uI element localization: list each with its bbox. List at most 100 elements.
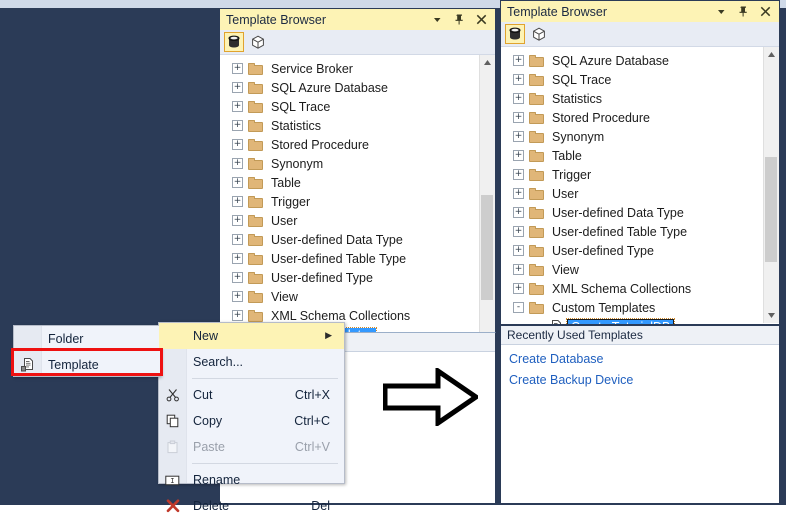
right-recently-used-header: Recently Used Templates [501,326,779,345]
scroll-up-arrow-icon[interactable] [480,55,495,70]
expand-toggle-icon[interactable]: + [513,188,524,199]
tree-row[interactable]: + User-defined Type [220,268,495,287]
expand-toggle-icon[interactable]: + [232,82,243,93]
menu-item-cut[interactable]: Cut Ctrl+X [159,382,344,408]
expand-toggle-icon[interactable]: + [232,158,243,169]
database-icon[interactable] [224,32,244,52]
tree-row[interactable]: + View [501,260,779,279]
tree-row[interactable]: + Statistics [220,116,495,135]
tree-row[interactable]: + Synonym [220,154,495,173]
menu-item-folder[interactable]: Folder [14,326,160,352]
tree-row[interactable]: + User-defined Data Type [220,230,495,249]
tree-item-label: User-defined Data Type [271,232,403,247]
scroll-up-arrow-icon[interactable] [764,47,779,62]
tree-row[interactable]: + Statistics [501,89,779,108]
menu-item-rename[interactable]: I Rename [159,467,344,493]
expand-toggle-icon[interactable]: + [232,253,243,264]
right-template-tree[interactable]: + SQL Azure Database + SQL Trace + Statistics… [501,47,779,324]
expand-toggle-icon[interactable]: + [232,177,243,188]
expand-toggle-icon[interactable]: + [232,291,243,302]
tree-row[interactable]: + User-defined Table Type [220,249,495,268]
scroll-down-arrow-icon[interactable] [764,308,779,323]
left-scroll-thumb[interactable] [481,195,493,300]
tree-row[interactable]: + User-defined Table Type [501,222,779,241]
template-document [14,358,41,372]
expand-toggle-icon[interactable]: + [513,264,524,275]
menu-item-copy[interactable]: Copy Ctrl+C [159,408,344,434]
menu-item-label: Cut [193,388,213,402]
expand-toggle-icon[interactable]: + [513,55,524,66]
expand-toggle-icon[interactable]: + [513,93,524,104]
tree-context-menu[interactable]: New ▶ Search... Cut Ctrl+X Copy Ctrl+C Paste Ctr… [158,322,345,513]
expand-toggle-icon[interactable]: + [232,196,243,207]
expand-toggle-icon[interactable]: + [232,215,243,226]
expand-toggle-icon[interactable]: + [513,283,524,294]
submenu-arrow-icon: ▶ [325,331,332,341]
tree-row[interactable]: + User-defined Type [501,241,779,260]
new-submenu[interactable]: Folder Template [13,325,161,377]
tree-row[interactable]: + Table [220,173,495,192]
tree-row[interactable]: - Custom Templates [501,298,779,317]
right-scroll-thumb[interactable] [765,157,777,262]
expand-toggle-icon[interactable]: + [513,226,524,237]
expand-toggle-icon[interactable]: + [513,131,524,142]
expand-toggle-icon[interactable]: + [232,234,243,245]
tree-row[interactable]: + XML Schema Collections [501,279,779,298]
expand-toggle-icon[interactable]: + [232,139,243,150]
folder-icon [529,301,544,314]
collapse-toggle-icon[interactable]: - [513,302,524,313]
folder-icon [248,81,263,94]
expand-toggle-icon[interactable]: + [232,120,243,131]
tree-row[interactable]: Create TutorialDB [501,317,779,324]
right-recent-link-create-backup-device[interactable]: Create Backup Device [501,370,779,389]
right-panel-toolbar [501,22,779,47]
expand-toggle-icon[interactable]: + [513,74,524,85]
left-panel-toolbar [220,30,495,55]
tree-row[interactable]: + Service Broker [220,59,495,78]
expand-toggle-icon[interactable]: + [513,207,524,218]
cube-icon[interactable] [529,24,549,44]
tree-row[interactable]: + Table [501,146,779,165]
expand-toggle-icon[interactable]: + [232,310,243,321]
expand-toggle-icon[interactable]: + [513,169,524,180]
tree-item-label: Stored Procedure [552,110,650,125]
expand-toggle-icon[interactable]: + [513,150,524,161]
tree-row[interactable]: + SQL Azure Database [501,51,779,70]
tree-row[interactable]: + User [220,211,495,230]
expand-toggle-icon[interactable]: + [513,112,524,123]
menu-item-delete[interactable]: Delete Del [159,493,344,519]
tree-item-rename-input[interactable]: Create TutorialDB [565,317,676,324]
tree-row[interactable]: + SQL Trace [220,97,495,116]
tree-item-label: User-defined Table Type [552,224,688,239]
tree-row[interactable]: + Synonym [501,127,779,146]
close-icon[interactable] [475,13,488,26]
right-tree-scrollbar[interactable] [763,47,779,323]
tree-row[interactable]: + Trigger [220,192,495,211]
menu-item-new[interactable]: New ▶ [159,323,344,349]
right-recent-link-create-database[interactable]: Create Database [501,349,779,368]
expand-toggle-icon[interactable]: + [513,245,524,256]
tree-row[interactable]: + SQL Azure Database [220,78,495,97]
tree-row[interactable]: + SQL Trace [501,70,779,89]
menu-item-template[interactable]: Template [14,352,160,378]
tree-row[interactable]: + Stored Procedure [220,135,495,154]
expand-toggle-icon[interactable]: + [232,272,243,283]
tree-row[interactable]: + Trigger [501,165,779,184]
pin-icon[interactable] [737,5,750,18]
folder-icon [529,149,544,162]
database-icon[interactable] [505,24,525,44]
tree-row[interactable]: + View [220,287,495,306]
menu-item-label: Paste [193,440,225,454]
expand-toggle-icon[interactable]: + [232,63,243,74]
cube-icon[interactable] [248,32,268,52]
close-icon[interactable] [759,5,772,18]
chevron-down-icon[interactable] [715,5,728,18]
chevron-down-icon[interactable] [431,13,444,26]
tree-row[interactable]: + Stored Procedure [501,108,779,127]
menu-item-label: Folder [48,332,84,346]
expand-toggle-icon[interactable]: + [232,101,243,112]
menu-item-search[interactable]: Search... [159,349,344,375]
tree-row[interactable]: + User-defined Data Type [501,203,779,222]
tree-row[interactable]: + User [501,184,779,203]
pin-icon[interactable] [453,13,466,26]
